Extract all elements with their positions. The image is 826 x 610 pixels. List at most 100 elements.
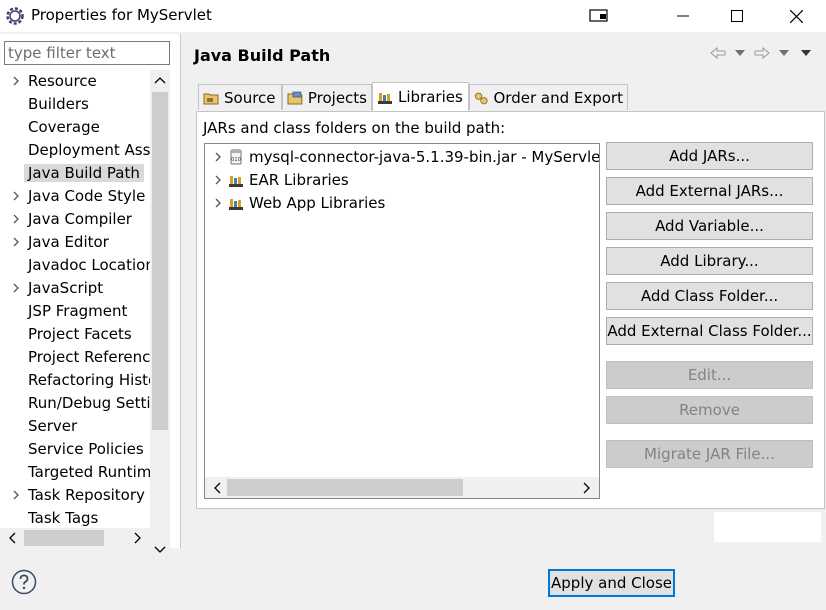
scroll-right-button[interactable] — [128, 528, 148, 548]
tree-item-label: Java Build Path — [24, 164, 144, 182]
tree-item[interactable]: JavaScript — [0, 277, 150, 300]
maximize-button[interactable] — [714, 0, 760, 32]
add-class-folder-button[interactable]: Add Class Folder... — [606, 282, 813, 310]
preference-nav-panel: Resource Builders Coverage Deployment Asse J… — [0, 34, 181, 560]
expand-arrow-icon — [215, 198, 221, 208]
list-item-jar[interactable]: 010 mysql-connector-java-5.1.39-bin.jar … — [205, 146, 599, 169]
tree-item[interactable]: Javadoc Location — [0, 254, 150, 277]
tree-item[interactable]: Task Repository — [0, 484, 150, 507]
chevron-right-icon — [583, 482, 590, 493]
tree-item[interactable]: Java Build Path — [0, 162, 150, 185]
tree-item[interactable]: Service Policies — [0, 438, 150, 461]
tree-item-label: Java Code Style — [28, 187, 146, 205]
tab-source[interactable]: Source — [198, 84, 282, 110]
filter-input[interactable] — [4, 41, 170, 65]
tab-projects[interactable]: Projects — [282, 84, 372, 110]
entries-horizontal-scrollbar[interactable] — [205, 477, 599, 498]
dropdown-triangle-icon — [779, 50, 789, 56]
tree-item[interactable]: Builders — [0, 93, 150, 116]
list-item-ear-libraries[interactable]: EAR Libraries — [205, 169, 599, 192]
view-menu-button[interactable] — [796, 44, 816, 62]
add-library-button[interactable]: Add Library... — [606, 247, 813, 275]
chevron-up-icon — [154, 77, 166, 84]
expand-arrow-icon — [13, 283, 19, 293]
add-external-jars-button[interactable]: Add External JARs... — [606, 177, 813, 205]
tab-libraries[interactable]: Libraries — [372, 82, 469, 111]
tree-item-label: Builders — [28, 95, 89, 113]
library-icon — [229, 176, 243, 187]
display-icon — [589, 9, 608, 22]
tree-item[interactable]: Resource — [0, 70, 150, 93]
scroll-thumb[interactable] — [227, 479, 463, 496]
title-bar: Properties for MyServlet — [0, 0, 826, 32]
tab-order-and-export[interactable]: Order and Export — [469, 84, 628, 110]
tree-item[interactable]: Project Facets — [0, 323, 150, 346]
edit-button[interactable]: Edit... — [606, 361, 813, 389]
preference-tree: Resource Builders Coverage Deployment Asse J… — [0, 70, 150, 528]
tree-item[interactable]: Coverage — [0, 116, 150, 139]
svg-text:010: 010 — [231, 157, 241, 163]
tree-item[interactable]: Run/Debug Setti — [0, 392, 150, 415]
add-variable-button[interactable]: Add Variable... — [606, 212, 813, 240]
tree-item[interactable]: JSP Fragment — [0, 300, 150, 323]
tree-item-label: Resource — [28, 72, 97, 90]
expand-arrow-icon — [13, 191, 19, 201]
tree-vertical-scrollbar[interactable] — [150, 70, 170, 560]
scroll-thumb[interactable] — [24, 530, 104, 546]
tree-item-label: JSP Fragment — [28, 302, 128, 320]
maximize-icon — [731, 10, 743, 22]
tree-item-label: JavaScript — [28, 279, 104, 297]
scroll-thumb[interactable] — [152, 92, 168, 430]
tree-item[interactable]: Deployment Asse — [0, 139, 150, 162]
minimize-button[interactable] — [660, 0, 706, 32]
blank-area — [714, 512, 821, 542]
view-menu-icon — [801, 50, 811, 56]
tree-item[interactable]: Server — [0, 415, 150, 438]
back-button[interactable] — [708, 44, 728, 62]
chevron-right-icon — [134, 532, 141, 544]
scroll-up-button[interactable] — [150, 70, 170, 90]
tree-item-label: Run/Debug Setti — [28, 394, 150, 412]
tree-item[interactable]: Project Referenc — [0, 346, 150, 369]
tree-item-label: Project Facets — [28, 325, 132, 343]
chevron-left-icon — [9, 532, 16, 544]
tree-item[interactable]: Refactoring Histo — [0, 369, 150, 392]
eclipse-gear-icon — [6, 7, 24, 25]
scroll-right-button[interactable] — [577, 477, 597, 498]
add-jars-button[interactable]: Add JARs... — [606, 142, 813, 170]
close-button[interactable] — [773, 0, 819, 32]
scroll-down-button[interactable] — [150, 540, 170, 560]
add-external-class-folder-button[interactable]: Add External Class Folder... — [606, 317, 813, 345]
scroll-left-button[interactable] — [207, 477, 227, 498]
tree-item-label: Refactoring Histo — [28, 371, 150, 389]
forward-button[interactable] — [752, 44, 772, 62]
apply-and-close-button[interactable]: Apply and Close — [548, 569, 675, 597]
build-path-entries[interactable]: 010 mysql-connector-java-5.1.39-bin.jar … — [204, 143, 600, 499]
tree-item[interactable]: Java Compiler — [0, 208, 150, 231]
back-menu-button[interactable] — [730, 44, 750, 62]
expand-arrow-icon — [13, 214, 19, 224]
tree-item-label: Project Referenc — [28, 348, 150, 366]
tree-horizontal-scrollbar[interactable] — [0, 528, 150, 548]
tree-item-label: Javadoc Location — [28, 256, 150, 274]
tree-item-label: Task Repository — [28, 486, 145, 504]
tree-item[interactable]: Java Code Style — [0, 185, 150, 208]
tree-item[interactable]: Targeted Runtim — [0, 461, 150, 484]
window-title: Properties for MyServlet — [31, 6, 212, 24]
restore-layout-button[interactable] — [576, 0, 622, 32]
tree-item[interactable]: Task Tags — [0, 507, 150, 528]
libraries-icon — [378, 93, 392, 104]
remove-button[interactable]: Remove — [606, 396, 813, 424]
library-icon — [229, 199, 243, 210]
tree-item[interactable]: Java Editor — [0, 231, 150, 254]
dropdown-triangle-icon — [735, 50, 745, 56]
minimize-icon — [677, 15, 689, 17]
forward-menu-button[interactable] — [774, 44, 794, 62]
migrate-jar-button[interactable]: Migrate JAR File... — [606, 440, 813, 468]
scroll-left-button[interactable] — [2, 528, 22, 548]
order-export-icon — [474, 92, 488, 104]
expand-arrow-icon — [13, 237, 19, 247]
expand-arrow-icon — [215, 152, 221, 162]
help-button[interactable] — [8, 566, 40, 598]
list-item-web-app-libraries[interactable]: Web App Libraries — [205, 192, 599, 215]
